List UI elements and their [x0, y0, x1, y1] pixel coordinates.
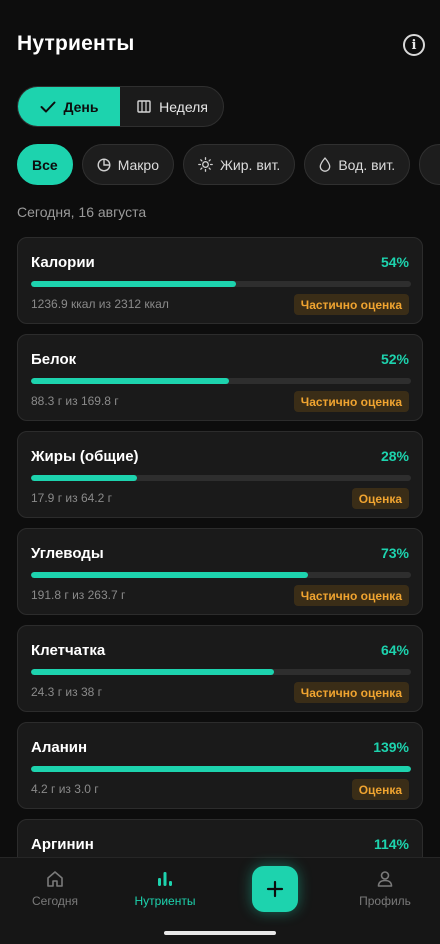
- estimate-badge: Оценка: [351, 488, 409, 509]
- progress-track: [31, 669, 411, 675]
- nutrient-card-alanine[interactable]: Аланин 139% 4.2 г из 3.0 г Оценка: [17, 722, 423, 809]
- add-button[interactable]: [252, 866, 298, 912]
- plus-icon: [266, 880, 284, 898]
- nutrient-name: Углеводы: [31, 545, 104, 562]
- nutrient-name: Клетчатка: [31, 642, 106, 659]
- filter-chip-macro[interactable]: Макро: [81, 144, 174, 185]
- nutrient-percent: 52%: [380, 351, 409, 367]
- nutrient-name: Белок: [31, 351, 77, 368]
- nutrient-name: Жиры (общие): [31, 448, 139, 465]
- filter-chip-more[interactable]: [419, 144, 440, 185]
- period-week-label: Неделя: [159, 98, 208, 115]
- user-icon: [377, 871, 393, 887]
- progress-fill: [31, 572, 309, 578]
- filter-chips: Все Макро Жир. вит. Вод. вит.: [17, 144, 440, 186]
- period-toggle: День Неделя: [17, 86, 224, 127]
- filter-chip-fat-vitamins[interactable]: Жир. вит.: [183, 144, 296, 185]
- nutrient-percent: 28%: [380, 448, 409, 464]
- nav-today-label: Сегодня: [32, 894, 78, 908]
- info-button[interactable]: i: [403, 34, 425, 56]
- nutrient-percent: 139%: [373, 739, 409, 755]
- nutrient-amount: 191.8 г из 263.7 г: [31, 588, 126, 602]
- check-icon: [40, 101, 55, 112]
- nutrient-percent: 73%: [380, 545, 409, 561]
- nutrient-name: Калории: [31, 254, 95, 271]
- nutrient-amount: 88.3 г из 169.8 г: [31, 394, 119, 408]
- bottom-nav: Сегодня Нутриенты Профиль: [0, 857, 440, 944]
- period-day-button[interactable]: День: [18, 87, 120, 126]
- period-day-label: День: [63, 98, 99, 115]
- home-icon: [47, 871, 63, 887]
- progress-fill: [31, 475, 138, 481]
- nutrient-card-fiber[interactable]: Клетчатка 64% 24.3 г из 38 г Частично оц…: [17, 625, 423, 712]
- calendar-columns-icon: [137, 100, 151, 113]
- progress-fill: [31, 281, 237, 287]
- droplet-icon: [319, 157, 331, 172]
- estimate-badge: Частично оценка: [293, 391, 409, 412]
- filter-chip-label: Все: [32, 156, 58, 173]
- nutrient-name: Аргинин: [31, 836, 94, 853]
- sun-icon: [198, 157, 213, 172]
- nutrient-card-calories[interactable]: Калории 54% 1236.9 ккал из 2312 ккал Час…: [17, 237, 423, 324]
- bar-chart-icon: [158, 872, 172, 886]
- nutrient-amount: 4.2 г из 3.0 г: [31, 782, 99, 796]
- nav-profile-label: Профиль: [359, 894, 411, 908]
- estimate-badge: Оценка: [351, 779, 409, 800]
- nutrient-amount: 17.9 г из 64.2 г: [31, 491, 113, 505]
- header: Нутриенты i: [0, 0, 440, 90]
- date-label: Сегодня, 16 августа: [17, 204, 147, 220]
- nutrient-amount: 24.3 г из 38 г: [31, 685, 102, 699]
- nutrient-percent: 54%: [380, 254, 409, 270]
- progress-track: [31, 766, 411, 772]
- estimate-badge: Частично оценка: [293, 682, 409, 703]
- page-title: Нутриенты: [17, 32, 135, 55]
- progress-fill: [31, 669, 275, 675]
- progress-track: [31, 475, 411, 481]
- nutrient-amount: 1236.9 ккал из 2312 ккал: [31, 297, 169, 311]
- estimate-badge: Частично оценка: [293, 585, 409, 606]
- nutrient-name: Аланин: [31, 739, 88, 756]
- nutrient-percent: 114%: [373, 836, 409, 852]
- progress-track: [31, 378, 411, 384]
- pie-chart-icon: [97, 157, 111, 172]
- filter-chip-label: Макро: [117, 156, 159, 173]
- progress-fill: [31, 378, 229, 384]
- period-week-button[interactable]: Неделя: [120, 87, 223, 126]
- nutrient-card-fat[interactable]: Жиры (общие) 28% 17.9 г из 64.2 г Оценка: [17, 431, 423, 518]
- nutrient-card-carbs[interactable]: Углеводы 73% 191.8 г из 263.7 г Частично…: [17, 528, 423, 615]
- progress-track: [31, 572, 411, 578]
- nutrient-card-protein[interactable]: Белок 52% 88.3 г из 169.8 г Частично оце…: [17, 334, 423, 421]
- progress-fill: [31, 766, 411, 772]
- nav-nutrients[interactable]: Нутриенты: [115, 870, 215, 908]
- filter-chip-water-vitamins[interactable]: Вод. вит.: [304, 144, 411, 185]
- home-indicator: [164, 931, 276, 935]
- nav-nutrients-label: Нутриенты: [134, 894, 196, 908]
- filter-chip-all[interactable]: Все: [17, 144, 73, 185]
- nav-today[interactable]: Сегодня: [5, 870, 105, 908]
- nutrient-percent: 64%: [380, 642, 409, 658]
- filter-chip-label: Жир. вит.: [220, 156, 281, 173]
- estimate-badge: Частично оценка: [293, 294, 409, 315]
- filter-chip-label: Вод. вит.: [338, 156, 396, 173]
- nav-profile[interactable]: Профиль: [335, 870, 435, 908]
- info-icon: i: [411, 37, 417, 53]
- progress-track: [31, 281, 411, 287]
